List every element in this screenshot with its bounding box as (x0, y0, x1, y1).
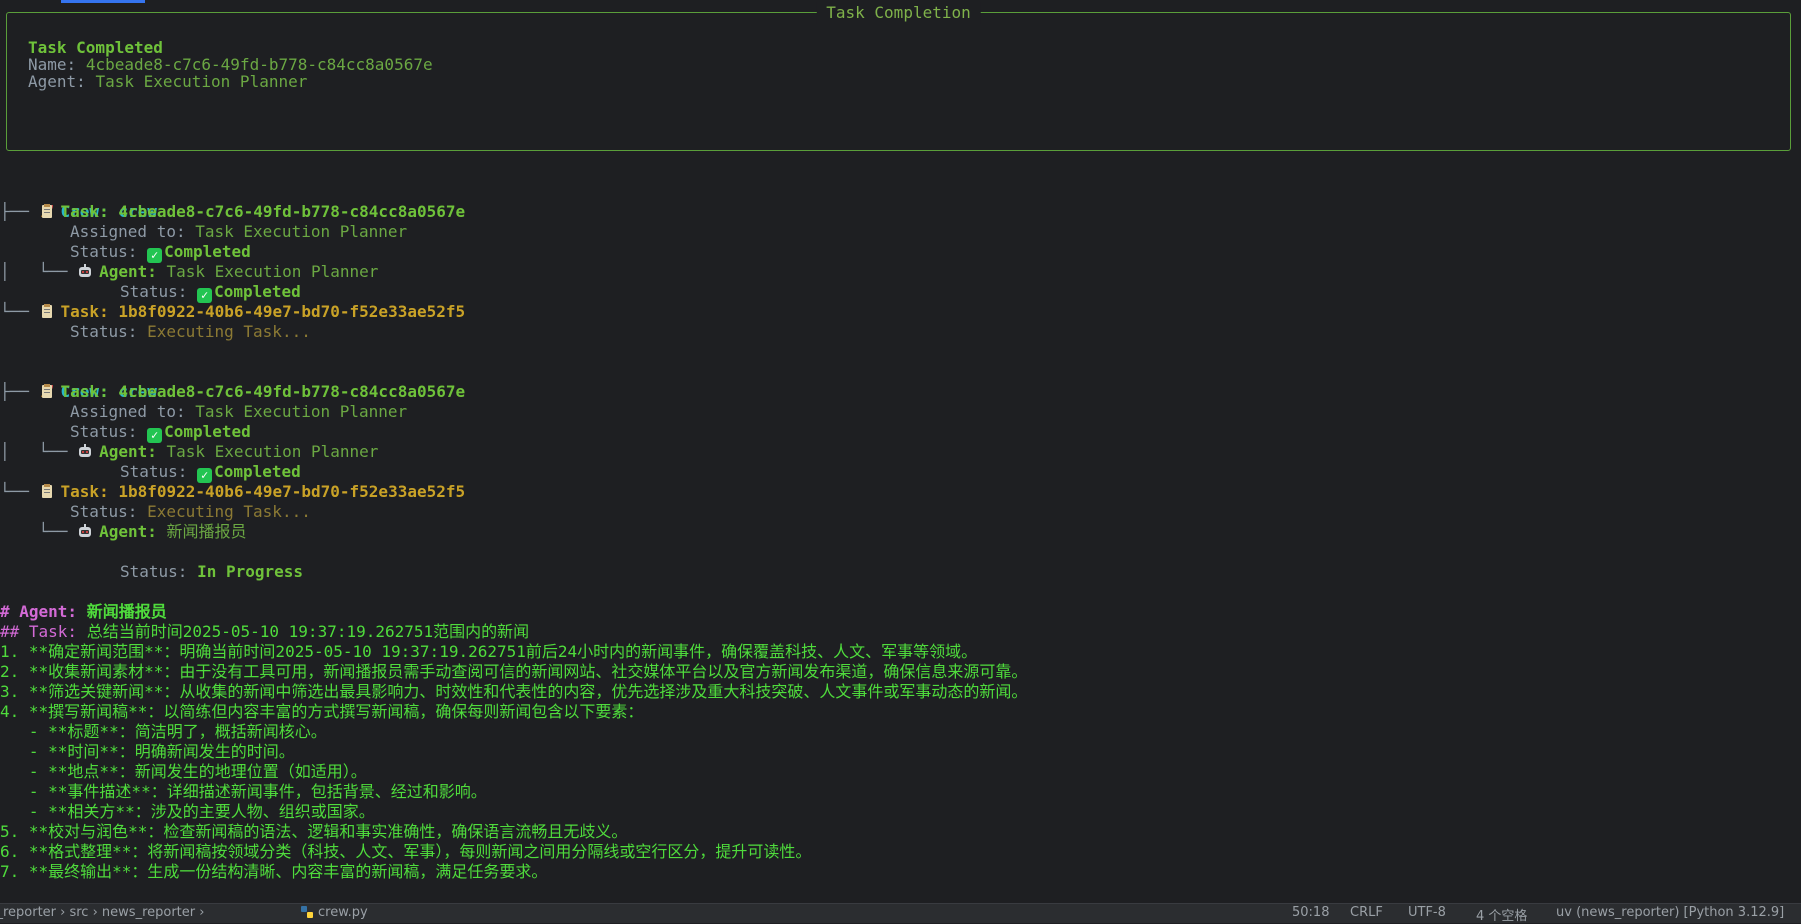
status-line: Status: Executing Task... (70, 502, 311, 522)
agent-label: Agent: (99, 442, 157, 461)
file-name[interactable]: crew.py (318, 905, 368, 920)
status-label: Status: (70, 422, 138, 441)
task-agent-line: Agent: Task Execution Planner (28, 72, 307, 92)
status-line: Status: ✓ Completed (70, 422, 251, 443)
status-completed: Completed (164, 242, 251, 261)
encoding[interactable]: UTF-8 (1408, 905, 1446, 920)
checkmark-icon: ✓ (197, 468, 213, 483)
status-label: Status: (70, 502, 138, 521)
output-line: 2. **收集新闻素材**：由于没有工具可用，新闻播报员需手动查阅可信的新闻网站… (0, 662, 1028, 681)
agent-status-line: Status: In Progress (120, 562, 303, 582)
output-line: - **标题**：简洁明了，概括新闻核心。 (0, 722, 327, 741)
status-label: Status: (70, 242, 138, 261)
status-completed: Completed (214, 462, 301, 481)
checkmark-icon: ✓ (147, 248, 163, 263)
agent-status-line: Status: ✓ Completed (120, 462, 301, 483)
status-executing: Executing Task... (147, 502, 311, 521)
breadcrumb[interactable]: vs_reporter › src › news_reporter › (0, 905, 204, 920)
task-completion-panel: Task Completion Task Completed Name: 4cb… (6, 2, 1791, 151)
status-label: Status: (120, 562, 188, 581)
task-label: Task: (60, 382, 109, 401)
line-ending[interactable]: CRLF (1350, 905, 1383, 920)
output-line: 4. **撰写新闻稿**：以简练但内容丰富的方式撰写新闻稿，确保每则新闻包含以下… (0, 702, 644, 721)
active-tab-indicator (61, 0, 145, 3)
assigned-line: Assigned to: Task Execution Planner (70, 402, 407, 422)
robot-icon (79, 524, 92, 537)
output-line: - **事件描述**：详细描述新闻事件，包括背景、经过和影响。 (0, 782, 487, 801)
output-line: - **地点**：新闻发生的地理位置（如适用）。 (0, 762, 367, 781)
checkmark-icon: ✓ (197, 288, 213, 303)
task-id: 1b8f0922-40b6-49e7-bd70-f52e33ae52f5 (118, 302, 466, 321)
agent-value: Task Execution Planner (95, 72, 308, 91)
task-line: ├── Task: 4cbeade8-c7c6-49fd-b778-c84cc8… (0, 382, 466, 401)
assigned-value: Task Execution Planner (195, 402, 408, 421)
crew-line: Crew: crew (0, 362, 157, 401)
agent-label: Agent: (99, 522, 157, 541)
task-line: └── Task: 1b8f0922-40b6-49e7-bd70-f52e33… (0, 302, 466, 321)
assigned-value: Task Execution Planner (195, 222, 408, 241)
checkmark-icon: ✓ (147, 428, 163, 443)
agent-value: Task Execution Planner (166, 262, 379, 281)
status-line: Status: ✓ Completed (70, 242, 251, 263)
agent-header-value: 新闻播报员 (86, 602, 167, 621)
status-label: Status: (120, 462, 188, 481)
task-id: 4cbeade8-c7c6-49fd-b778-c84cc8a0567e (118, 202, 466, 221)
robot-icon (79, 444, 92, 457)
clipboard-icon (41, 484, 52, 498)
status-label: Status: (120, 282, 188, 301)
python-file-icon (300, 905, 314, 921)
agent-status-line: Status: ✓ Completed (120, 282, 301, 303)
assigned-label: Assigned to: (70, 402, 186, 421)
output-line: 1. **确定新闻范围**：明确当前时间2025-05-10 19:37:19.… (0, 642, 978, 661)
clipboard-icon (41, 204, 52, 218)
output-line: 6. **格式整理**：将新闻稿按领域分类（科技、人文、军事），每则新闻之间用分… (0, 842, 812, 861)
status-line: Status: Executing Task... (70, 322, 311, 342)
python-interpreter[interactable]: uv (news_reporter) [Python 3.12.9] (1556, 905, 1784, 920)
agent-value: Task Execution Planner (166, 442, 379, 461)
agent-header: # Agent: 新闻播报员 (0, 602, 167, 622)
status-executing: Executing Task... (147, 322, 311, 341)
task-line: ├── Task: 4cbeade8-c7c6-49fd-b778-c84cc8… (0, 202, 466, 221)
output-line: 5. **校对与润色**：检查新闻稿的语法、逻辑和事实准确性，确保语言流畅且无歧… (0, 822, 628, 841)
agent-line: └── Agent: 新闻播报员 (0, 522, 247, 541)
task-id: 1b8f0922-40b6-49e7-bd70-f52e33ae52f5 (118, 482, 466, 501)
task-label: Task: (60, 202, 109, 221)
clipboard-icon (41, 384, 52, 398)
output-line: 3. **筛选关键新闻**：从收集的新闻中筛选出最具影响力、时效性和代表性的内容… (0, 682, 1028, 701)
assigned-label: Assigned to: (70, 222, 186, 241)
task-id: 4cbeade8-c7c6-49fd-b778-c84cc8a0567e (118, 382, 466, 401)
indent-setting[interactable]: 4 个空格 (1476, 905, 1527, 924)
output-line: - **相关方**：涉及的主要人物、组织或国家。 (0, 802, 375, 821)
output-line: - **时间**：明确新闻发生的时间。 (0, 742, 295, 761)
status-completed: Completed (164, 422, 251, 441)
status-label: Status: (70, 322, 138, 341)
status-completed: Completed (214, 282, 301, 301)
crew-line: Crew: crew (0, 182, 157, 221)
cursor-position[interactable]: 50:18 (1292, 905, 1329, 920)
agent-line: │ └── Agent: Task Execution Planner (0, 262, 379, 281)
agent-label: Agent: (28, 72, 86, 91)
task-header-label: ## Task: (0, 622, 78, 641)
task-label: Task: (60, 302, 109, 321)
agent-line: │ └── Agent: Task Execution Planner (0, 442, 379, 461)
task-label: Task: (60, 482, 109, 501)
agent-label: Agent: (99, 262, 157, 281)
task-header-value: 总结当前时间2025-05-10 19:37:19.262751范围内的新闻 (86, 622, 530, 641)
status-bar: vs_reporter › src › news_reporter › crew… (0, 903, 1801, 924)
panel-title: Task Completion (816, 2, 981, 24)
status-in-progress: In Progress (197, 562, 304, 581)
output-line: 7. **最终输出**：生成一份结构清晰、内容丰富的新闻稿，满足任务要求。 (0, 862, 548, 881)
task-line: └── Task: 1b8f0922-40b6-49e7-bd70-f52e33… (0, 482, 466, 501)
agent-value: 新闻播报员 (166, 522, 247, 541)
robot-icon (79, 264, 92, 277)
clipboard-icon (41, 304, 52, 318)
agent-header-label: # Agent: (0, 602, 78, 621)
task-header: ## Task: 总结当前时间2025-05-10 19:37:19.26275… (0, 622, 529, 642)
assigned-line: Assigned to: Task Execution Planner (70, 222, 407, 242)
